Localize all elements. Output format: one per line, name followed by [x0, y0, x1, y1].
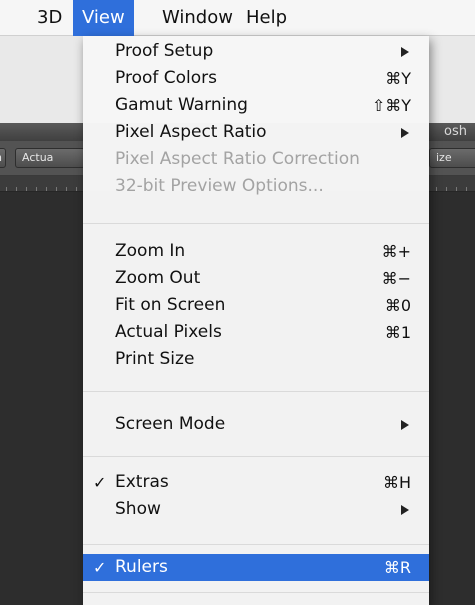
app-title-text: osh [444, 124, 467, 139]
menu-item-shortcut: ⌘0 [384, 296, 411, 315]
submenu-arrow-icon [401, 505, 409, 515]
menu-item-label: Extras [115, 472, 169, 492]
menu-separator [83, 592, 429, 593]
menu-separator [83, 456, 429, 457]
menu-item-rulers[interactable]: ✓ Rulers ⌘R [83, 554, 429, 581]
menu-item-shortcut: ⌘− [381, 269, 411, 288]
menu-item-label: Zoom In [115, 241, 186, 261]
checkmark-icon: ✓ [93, 558, 107, 577]
menu-item-label: Proof Setup [115, 41, 214, 61]
menubar-item-view[interactable]: View [73, 0, 134, 36]
menubar-item-help[interactable]: Help [237, 0, 296, 36]
menu-bar: 3D View Window Help [0, 0, 475, 36]
menu-item-label: Pixel Aspect Ratio [115, 122, 267, 142]
menubar-item-window[interactable]: Window [153, 0, 242, 36]
menu-item-label: 32-bit Preview Options... [115, 176, 324, 196]
menu-item-shortcut: ⌘R [383, 558, 411, 577]
menu-item-label: Pixel Aspect Ratio Correction [115, 149, 360, 169]
menu-item-shortcut: ⇧⌘Y [371, 96, 411, 115]
checkmark-icon: ✓ [93, 473, 107, 492]
menu-item-zoom-out[interactable]: Zoom Out ⌘− [83, 265, 429, 292]
menu-item-fit-on-screen[interactable]: Fit on Screen ⌘0 [83, 292, 429, 319]
menu-item-show[interactable]: Show [83, 496, 429, 523]
menu-item-label: Show [115, 499, 161, 519]
submenu-arrow-icon [401, 47, 409, 57]
menu-item-shortcut: ⌘H [382, 473, 411, 492]
menu-item-label: Gamut Warning [115, 95, 248, 115]
menu-item-shortcut: ⌘Y [385, 69, 411, 88]
menu-item-label: Print Size [115, 349, 195, 369]
menu-item-screen-mode[interactable]: Screen Mode [83, 411, 429, 438]
menu-item-proof-colors[interactable]: Proof Colors ⌘Y [83, 65, 429, 92]
screen: 3D View Window Help osh n Actua ize Proo… [0, 0, 475, 605]
menu-item-shortcut: ⌘1 [384, 323, 411, 342]
menu-item-extras[interactable]: ✓ Extras ⌘H [83, 469, 429, 496]
menu-item-label: Zoom Out [115, 268, 201, 288]
menu-item-proof-setup[interactable]: Proof Setup [83, 38, 429, 65]
menu-item-label: Fit on Screen [115, 295, 226, 315]
menu-item-label: Screen Mode [115, 414, 226, 434]
options-button-print-size[interactable]: ize [429, 148, 475, 168]
submenu-arrow-icon [401, 420, 409, 430]
menu-item-32bit-preview-options: 32-bit Preview Options... [83, 173, 429, 200]
menu-item-label: Rulers [115, 557, 168, 577]
menu-separator [83, 391, 429, 392]
menu-separator [83, 223, 429, 224]
view-menu-dropdown: Proof Setup Proof Colors ⌘Y Gamut Warnin… [83, 36, 429, 605]
options-button-left[interactable]: n [0, 148, 6, 168]
menu-item-pixel-aspect-ratio-correction: Pixel Aspect Ratio Correction [83, 146, 429, 173]
menu-item-pixel-aspect-ratio[interactable]: Pixel Aspect Ratio [83, 119, 429, 146]
menu-item-zoom-in[interactable]: Zoom In ⌘+ [83, 238, 429, 265]
menu-separator [83, 544, 429, 545]
menu-item-label: Proof Colors [115, 68, 217, 88]
menu-item-shortcut: ⌘+ [381, 242, 411, 261]
menu-item-gamut-warning[interactable]: Gamut Warning ⇧⌘Y [83, 92, 429, 119]
menubar-item-3d[interactable]: 3D [28, 0, 71, 36]
menu-item-label: Actual Pixels [115, 322, 222, 342]
menu-item-print-size[interactable]: Print Size [83, 346, 429, 373]
submenu-arrow-icon [401, 128, 409, 138]
menu-item-actual-pixels[interactable]: Actual Pixels ⌘1 [83, 319, 429, 346]
options-button-actual-pixels[interactable]: Actua [15, 148, 85, 168]
